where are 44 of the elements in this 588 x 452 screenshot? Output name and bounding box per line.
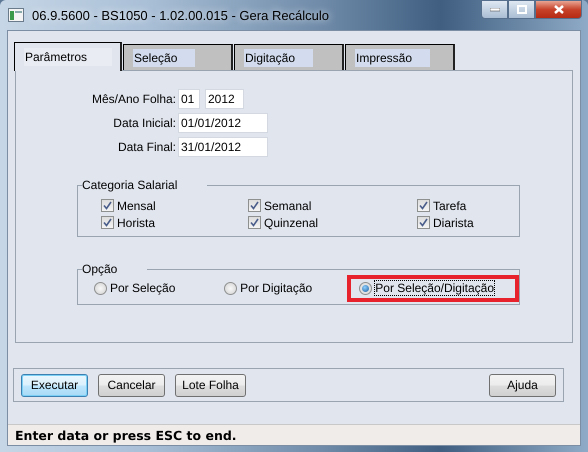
input-field[interactable]: 01/01/2012 bbox=[178, 113, 268, 133]
checkbox[interactable]: Semanal bbox=[248, 198, 417, 213]
checkbox[interactable]: Diarista bbox=[417, 215, 519, 230]
checkbox-icon[interactable] bbox=[417, 216, 430, 229]
app-icon bbox=[8, 8, 24, 22]
radio-button[interactable]: Por Digitação bbox=[224, 280, 312, 296]
radio-icon[interactable] bbox=[94, 282, 107, 294]
dialog-button[interactable]: Cancelar bbox=[98, 374, 165, 396]
field-label: Data Final: bbox=[116, 140, 177, 154]
minimize-button[interactable] bbox=[481, 0, 508, 19]
field-label: Mês/Ano Folha: bbox=[90, 92, 177, 106]
checkbox-icon[interactable] bbox=[417, 199, 430, 212]
radio-button[interactable]: Por Seleção bbox=[94, 280, 176, 296]
maximize-button[interactable] bbox=[508, 0, 535, 19]
radio-icon[interactable] bbox=[359, 282, 372, 294]
group-title: Opção bbox=[82, 262, 148, 276]
radio-button[interactable]: Por Seleção/Digitação bbox=[359, 280, 494, 296]
input-field[interactable]: 2012 bbox=[205, 89, 244, 109]
tab[interactable]: Impressão bbox=[345, 44, 455, 70]
close-icon bbox=[552, 4, 564, 15]
checkbox-icon[interactable] bbox=[248, 216, 261, 229]
checkbox-icon[interactable] bbox=[101, 216, 114, 229]
input-field[interactable]: 01 bbox=[178, 89, 200, 109]
tab[interactable]: Parâmetros bbox=[14, 42, 122, 71]
checkbox[interactable]: Quinzenal bbox=[248, 215, 417, 230]
dialog-button[interactable]: Lote Folha bbox=[175, 374, 246, 396]
close-button[interactable] bbox=[535, 0, 582, 19]
window-title: 06.9.5600 - BS1050 - 1.02.00.015 - Gera Recálculo bbox=[32, 8, 330, 22]
radio-icon[interactable] bbox=[224, 282, 238, 294]
minimize-icon bbox=[490, 8, 500, 12]
tab[interactable]: Seleção bbox=[123, 44, 233, 70]
status-text: Enter data or press ESC to end. bbox=[14, 428, 237, 442]
checkbox[interactable]: Horista bbox=[101, 215, 248, 230]
tab[interactable]: Digitação bbox=[234, 44, 344, 70]
checkbox-icon[interactable] bbox=[101, 199, 114, 212]
input-field[interactable]: 31/01/2012 bbox=[178, 137, 268, 157]
field-label: Data Inicial: bbox=[112, 116, 177, 130]
checkbox-icon[interactable] bbox=[248, 199, 261, 212]
dialog-button[interactable]: Executar bbox=[21, 374, 88, 396]
dialog-button[interactable]: Ajuda bbox=[489, 374, 556, 396]
checkbox[interactable]: Mensal bbox=[101, 198, 248, 213]
maximize-icon bbox=[516, 5, 526, 14]
group-title: Categoria Salarial bbox=[82, 178, 208, 192]
checkbox[interactable]: Tarefa bbox=[417, 198, 519, 213]
